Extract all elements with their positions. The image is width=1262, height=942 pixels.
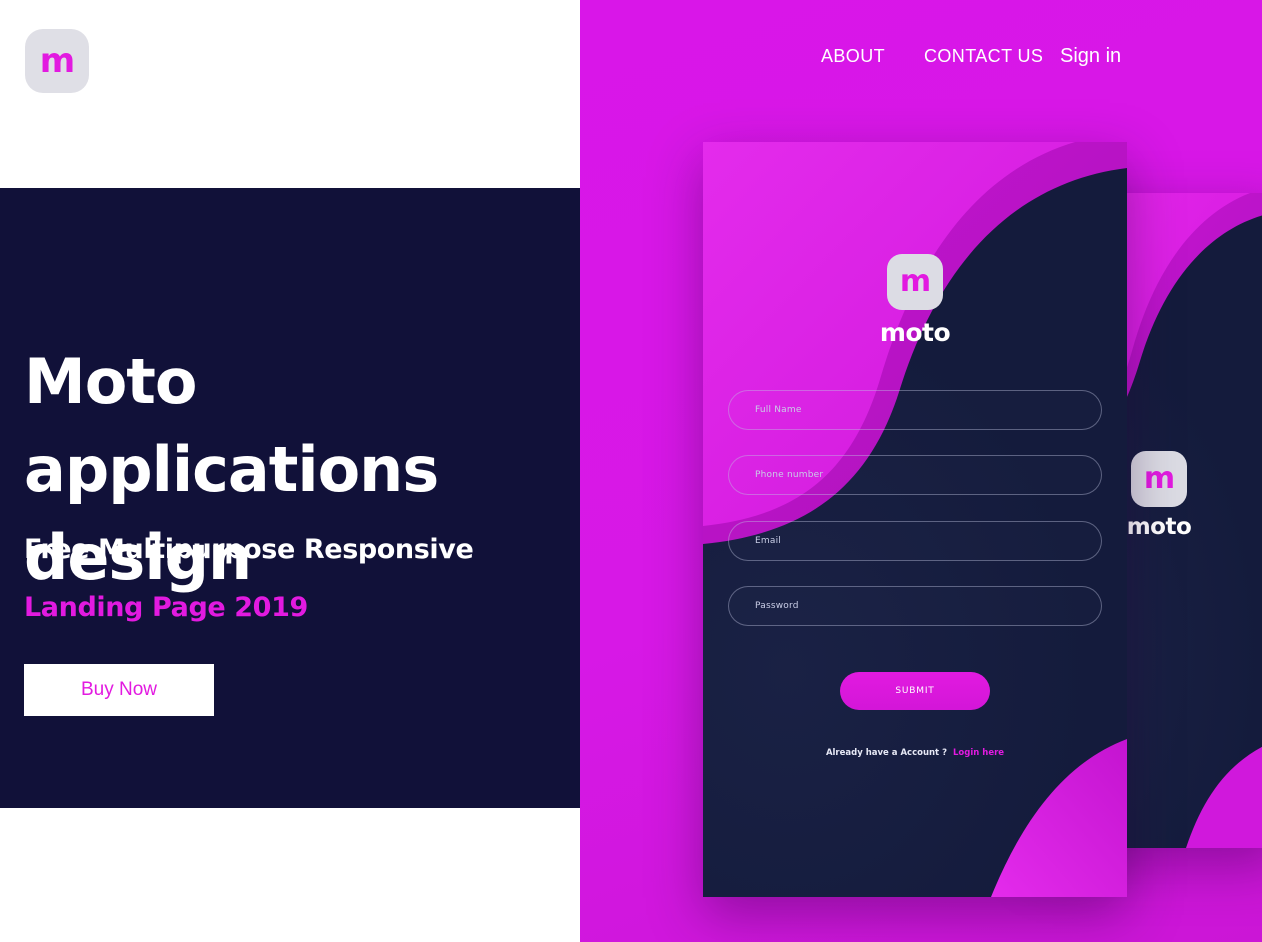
full-name-field[interactable]: Full Name [728,390,1102,430]
nav-item-contact[interactable]: CONTACT US [924,46,1043,67]
nav-item-signin[interactable]: Sign in [1060,45,1121,68]
left-column: m Moto applications design Free Multipur… [0,0,580,942]
brand-logo-badge[interactable]: m [25,29,89,93]
hero-panel: Moto applications design Free Multipurpo… [0,188,580,808]
login-prompt-text: Already have a Account ? [825,748,948,758]
phone-mockup-primary: m moto Full Name Phone number Email Pass… [703,142,1127,897]
nav-item-about[interactable]: ABOUT [821,46,885,67]
moto-logo-letter-icon-primary: m [899,264,931,299]
hero-subtitle-accent: Landing Page 2019 [24,592,308,623]
email-field[interactable]: Email [728,521,1102,561]
landing-page-screenshot: m Moto applications design Free Multipur… [0,0,1262,942]
decorative-curve-bottom-primary [991,739,1127,897]
phone-number-field[interactable]: Phone number [728,455,1102,495]
decorative-curve-primary [703,142,1127,544]
brand-logo-letter-icon: m [39,41,75,81]
login-prompt-row: Already have a Account ? Login here [703,748,1127,758]
moto-wordmark-secondary: moto [1126,514,1192,540]
submit-button[interactable]: SUBMIT [840,672,990,710]
moto-logo-badge-primary: m [887,254,943,310]
buy-now-button[interactable]: Buy Now [24,664,214,716]
phone-brand-primary: m moto [703,254,1127,347]
hero-subtitle-primary: Free Multipurpose Responsive [24,534,474,565]
password-field[interactable]: Password [728,586,1102,626]
moto-wordmark-primary: moto [879,318,951,347]
moto-logo-letter-icon-secondary: m [1143,461,1175,496]
right-magenta-panel: ABOUT CONTACT US Sign in m moto m moto F… [580,0,1262,942]
moto-logo-badge-secondary: m [1131,451,1187,507]
login-here-link[interactable]: Login here [953,748,1004,758]
